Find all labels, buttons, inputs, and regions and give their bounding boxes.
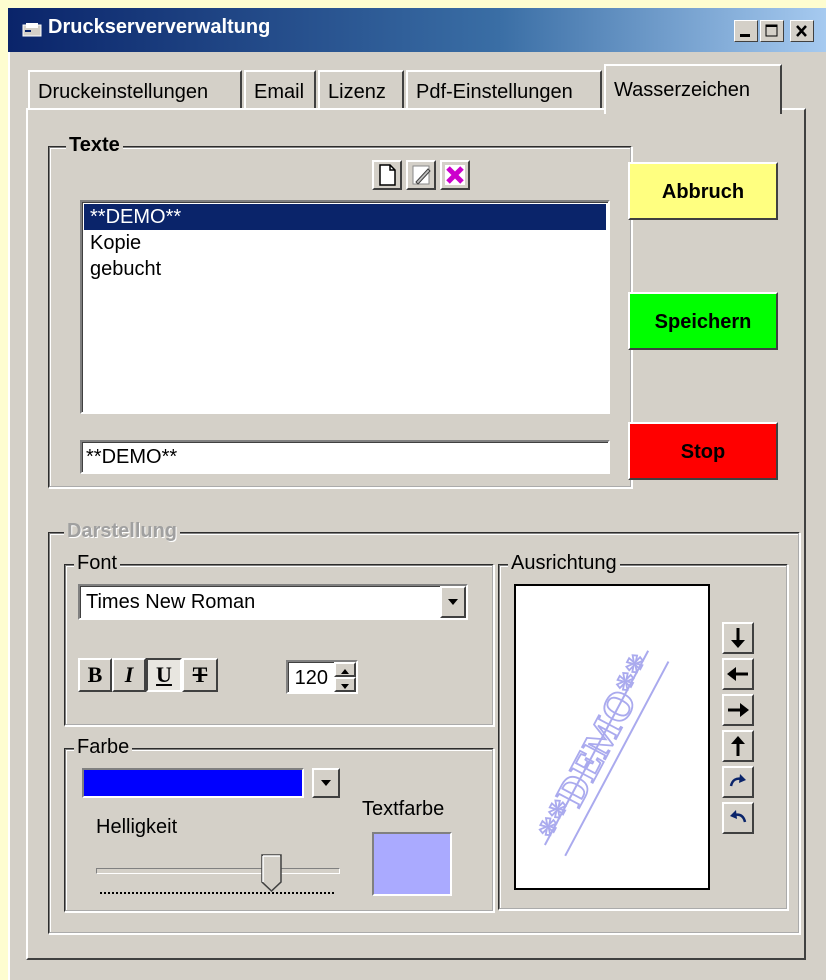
arrow-down-button[interactable]: [722, 622, 754, 654]
app-window: Druckserververwaltung Druckeinstellungen…: [0, 0, 826, 980]
abbruch-button[interactable]: Abbruch: [628, 162, 778, 220]
strikethrough-button[interactable]: T: [182, 658, 218, 692]
darstellung-legend: Darstellung: [64, 520, 181, 543]
arrow-left-button[interactable]: [722, 658, 754, 690]
slider-track: [96, 868, 340, 874]
app-icon: [22, 23, 42, 37]
texte-group: Texte **DEMO** Kopie gebucht **DEMO**: [48, 134, 632, 488]
texte-listbox[interactable]: **DEMO** Kopie gebucht: [80, 200, 610, 414]
maximize-icon: [765, 24, 778, 37]
font-group: Font Times New Roman B I U T 120: [64, 552, 494, 726]
rotate-clockwise-button[interactable]: [722, 766, 754, 798]
font-select[interactable]: Times New Roman: [78, 584, 468, 620]
font-legend: Font: [74, 552, 121, 575]
slider-ticks: [100, 892, 334, 894]
italic-button[interactable]: I: [112, 658, 146, 692]
color-dropdown-button[interactable]: [312, 768, 340, 798]
farbe-group: Farbe Helligkeit Textfarbe: [64, 736, 494, 912]
rotate-counterclockwise-icon: [730, 810, 747, 823]
spin-down-icon: [341, 684, 349, 689]
list-item[interactable]: **DEMO**: [84, 204, 606, 230]
tab-druckeinstellungen[interactable]: Druckeinstellungen: [28, 70, 242, 110]
close-button[interactable]: [790, 20, 814, 42]
delete-text-button[interactable]: [440, 160, 470, 190]
farbe-legend: Farbe: [74, 736, 133, 759]
list-item[interactable]: Kopie: [84, 230, 606, 256]
tab-pdf-einstellungen[interactable]: Pdf-Einstellungen: [406, 70, 602, 110]
font-size-value: 120: [294, 667, 328, 689]
arrow-up-button[interactable]: [722, 730, 754, 762]
minimize-button[interactable]: [734, 20, 758, 42]
helligkeit-slider[interactable]: [96, 850, 340, 898]
bold-button[interactable]: B: [78, 658, 112, 692]
color-select[interactable]: [82, 768, 304, 798]
tab-wasserzeichen[interactable]: Wasserzeichen: [604, 64, 782, 114]
underline-button[interactable]: U: [146, 658, 182, 692]
arrow-up-icon: [731, 736, 745, 756]
font-size-spinner[interactable]: 120: [286, 660, 358, 694]
spin-up-button[interactable]: [334, 662, 356, 677]
minimize-icon: [740, 34, 750, 37]
helligkeit-label: Helligkeit: [96, 816, 178, 838]
spin-down-button[interactable]: [334, 677, 356, 692]
rotate-clockwise-icon: [729, 774, 746, 787]
text-edit-field[interactable]: **DEMO**: [80, 440, 610, 474]
new-document-icon: [379, 164, 396, 186]
arrow-down-icon: [731, 628, 745, 648]
delete-x-icon: [445, 165, 465, 185]
tab-email[interactable]: Email: [244, 70, 316, 110]
edit-text-button[interactable]: [406, 160, 436, 190]
speichern-button[interactable]: Speichern: [628, 292, 778, 350]
stop-button[interactable]: Stop: [628, 422, 778, 480]
new-text-button[interactable]: [372, 160, 402, 190]
arrow-right-button[interactable]: [722, 694, 754, 726]
ausrichtung-preview: **DEMO**: [514, 584, 710, 890]
tab-panel-wasserzeichen: Texte **DEMO** Kopie gebucht **DEMO** Ab…: [26, 108, 806, 960]
list-item[interactable]: gebucht: [84, 256, 606, 282]
edit-pencil-icon: [412, 165, 431, 185]
rotate-counterclockwise-button[interactable]: [722, 802, 754, 834]
preview-canvas: **DEMO**: [527, 646, 670, 857]
textfarbe-label: Textfarbe: [362, 798, 445, 820]
ausrichtung-legend: Ausrichtung: [508, 552, 620, 575]
texte-legend: Texte: [66, 134, 123, 157]
font-dropdown-button[interactable]: [440, 586, 466, 618]
chevron-down-icon: [448, 599, 458, 605]
darstellung-group: Darstellung Font Times New Roman B I U T: [48, 520, 800, 934]
arrow-right-icon: [728, 703, 749, 717]
tab-lizenz[interactable]: Lizenz: [318, 70, 404, 110]
maximize-button[interactable]: [760, 20, 784, 42]
textfarbe-swatch[interactable]: [372, 832, 452, 896]
window-title: Druckserververwaltung: [48, 16, 271, 38]
chevron-down-icon: [321, 780, 331, 786]
font-select-value: Times New Roman: [86, 591, 256, 613]
title-bar[interactable]: Druckserververwaltung: [8, 8, 826, 52]
close-icon: [796, 25, 807, 37]
slider-thumb[interactable]: [261, 854, 283, 892]
ausrichtung-group: Ausrichtung **DEMO**: [498, 552, 788, 910]
spin-up-icon: [341, 669, 349, 674]
arrow-left-icon: [727, 667, 748, 681]
preview-strikeline: [543, 650, 650, 846]
